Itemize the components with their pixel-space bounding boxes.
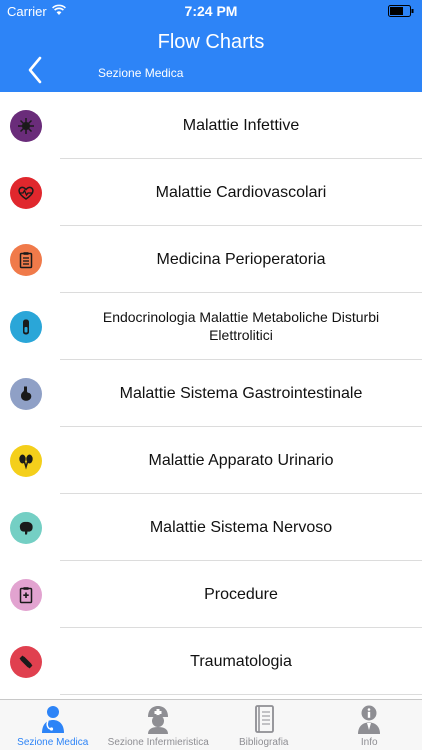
heart-icon (10, 176, 42, 209)
tab-bar: Sezione Medica Sezione Infermieristica B… (0, 699, 422, 750)
info-person-icon (358, 705, 381, 734)
brain-icon (10, 511, 42, 544)
tab-info[interactable]: Info (317, 700, 422, 750)
book-icon (254, 705, 274, 733)
list-item-label: Malattie Cardiovascolari (155, 183, 327, 201)
navigation-header: Carrier 7:24 PM Flow Charts Sezione Medi… (0, 0, 422, 92)
tab-sezione-medica[interactable]: Sezione Medica (0, 700, 106, 750)
list-item-malattie-cardiovascolari[interactable]: Malattie Cardiovascolari (0, 159, 422, 226)
list-item-label: Malattie Apparato Urinario (148, 451, 334, 469)
doctor-icon (41, 706, 64, 733)
back-chevron-icon[interactable] (24, 55, 50, 85)
list-item-label: Malattie Sistema Nervoso (149, 518, 333, 536)
tab-sezione-infermieristica[interactable]: Sezione Infermieristica (106, 700, 212, 750)
category-list: Malattie Infettive Malattie Cardiovascol… (0, 92, 422, 699)
virus-icon (10, 109, 42, 142)
nurse-icon (148, 706, 169, 734)
tab-label: Info (360, 737, 378, 748)
battery-icon (388, 5, 414, 17)
clipboard-icon (10, 243, 42, 276)
tab-label: Sezione Medica (17, 737, 89, 748)
tab-label: Bibliografia (239, 737, 289, 748)
test-tube-icon (10, 310, 42, 343)
status-time: 7:24 PM (184, 3, 238, 19)
checklist-icon (10, 578, 42, 611)
divider (60, 694, 422, 695)
list-item-procedure[interactable]: Procedure (0, 561, 422, 628)
list-item-label: Malattie Infettive (182, 116, 300, 134)
list-item-medicina-perioperatoria[interactable]: Medicina Perioperatoria (0, 226, 422, 293)
list-item-endocrinologia[interactable]: Endocrinologia Malattie Metaboliche Dist… (0, 293, 422, 360)
section-subtitle: Sezione Medica (98, 66, 184, 80)
kidney-icon (10, 444, 42, 477)
status-bar: Carrier 7:24 PM (0, 0, 422, 22)
tab-label: Sezione Infermieristica (107, 737, 209, 748)
list-item-label: Traumatologia (190, 652, 292, 670)
list-item-traumatologia[interactable]: Traumatologia (0, 628, 422, 695)
stomach-icon (10, 377, 42, 410)
list-item-label: Malattie Sistema Gastrointestinale (119, 384, 363, 402)
list-item-label: Medicina Perioperatoria (156, 250, 326, 268)
bandage-icon (10, 645, 42, 678)
list-item-gastrointestinale[interactable]: Malattie Sistema Gastrointestinale (0, 360, 422, 427)
list-item-label: Procedure (204, 585, 278, 603)
list-item-label: Endocrinologia Malattie Metaboliche Dist… (102, 309, 380, 343)
list-item-malattie-infettive[interactable]: Malattie Infettive (0, 92, 422, 159)
page-title: Flow Charts (157, 31, 265, 53)
list-item-sistema-nervoso[interactable]: Malattie Sistema Nervoso (0, 494, 422, 561)
list-item-apparato-urinario[interactable]: Malattie Apparato Urinario (0, 427, 422, 494)
tab-bibliografia[interactable]: Bibliografia (211, 700, 317, 750)
